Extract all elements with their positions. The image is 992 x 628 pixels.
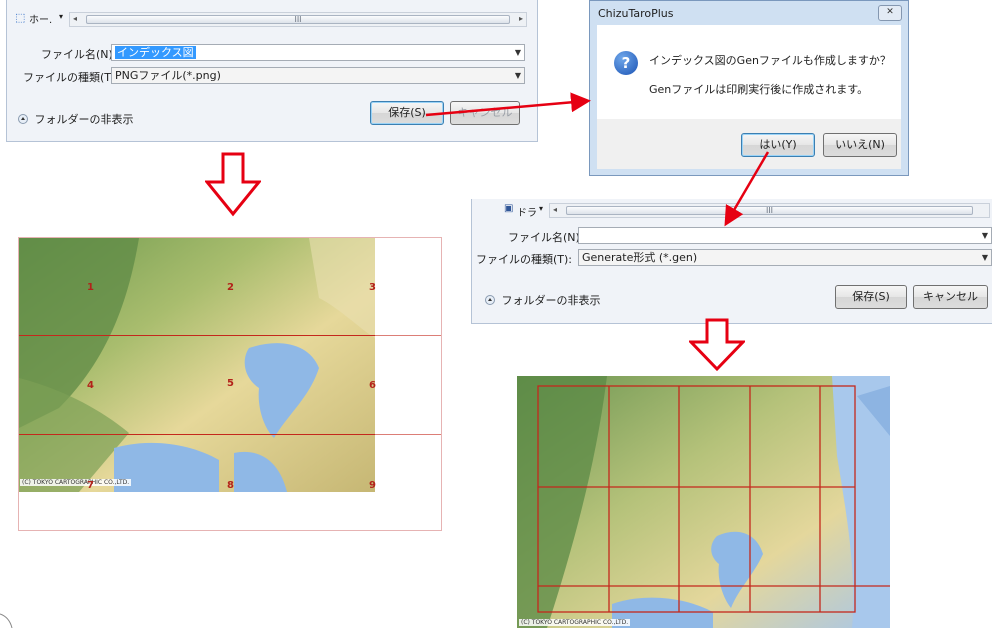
index-map-copyright: (C) TOKYO CARTOGRAPHIC CO.,LTD.	[20, 479, 132, 486]
corner-curve	[0, 613, 13, 628]
cell-number: 2	[227, 282, 234, 293]
yes-to-gen-dialog-arrow	[724, 151, 770, 227]
index-map-image: (C) TOKYO CARTOGRAPHIC CO.,LTD.	[19, 238, 375, 492]
cell-number: 6	[369, 380, 376, 391]
grid-map-image: (C) TOKYO CARTOGRAPHIC CO.,LTD.	[517, 376, 890, 628]
cell-number: 4	[87, 380, 94, 391]
cell-number: 5	[227, 378, 234, 389]
index-grid-ext-2	[375, 434, 441, 435]
cell-number: 7	[87, 480, 94, 491]
cell-number: 8	[227, 480, 234, 491]
grid-map-copyright: (C) TOKYO CARTOGRAPHIC CO.,LTD.	[519, 619, 631, 626]
index-grid-ext-1	[375, 335, 441, 336]
cell-number: 1	[87, 282, 94, 293]
save-to-confirm-arrow	[425, 92, 591, 117]
cell-number: 9	[369, 480, 376, 491]
grid-line	[19, 434, 375, 435]
index-map-terrain	[19, 238, 375, 492]
grid-line	[19, 335, 375, 336]
cell-number: 3	[369, 282, 376, 293]
hollow-down-arrow-icon	[205, 152, 261, 217]
hollow-down-arrow-icon	[689, 318, 745, 372]
grid-overlay	[537, 385, 890, 613]
